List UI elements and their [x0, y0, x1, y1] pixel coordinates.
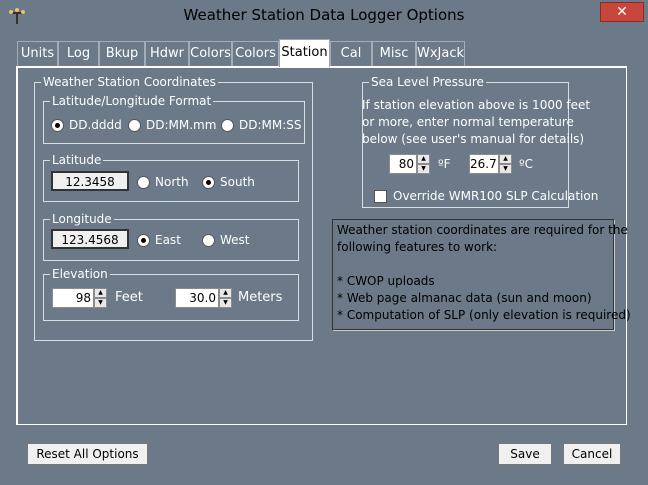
info-line5: * Computation of SLP (only elevation is …: [337, 308, 631, 322]
south-label: South: [220, 175, 255, 189]
longitude-west-radio[interactable]: West: [202, 233, 250, 247]
title-bar: Weather Station Data Logger Options ✕: [0, 0, 648, 32]
spin-up-icon[interactable]: ▲: [219, 288, 232, 298]
longitude-label: Longitude: [50, 212, 114, 226]
format-ddmm-label: DD:MM.mm: [146, 118, 217, 132]
override-slp-label: Override WMR100 SLP Calculation: [393, 189, 599, 203]
slp-temp-f-stepper[interactable]: 80 ▲ ▼: [389, 154, 430, 174]
radio-icon: [128, 118, 141, 132]
checkbox-icon: [374, 189, 387, 203]
longitude-input[interactable]: 123.4568: [51, 229, 129, 249]
spin-up-icon[interactable]: ▲: [499, 154, 512, 164]
close-button[interactable]: ✕: [600, 2, 644, 22]
spin-down-icon[interactable]: ▼: [94, 298, 107, 308]
tab-hdwr[interactable]: Hdwr: [145, 41, 189, 66]
tab-colors-2[interactable]: Colors: [232, 41, 279, 66]
radio-icon: [137, 175, 150, 189]
window-title: Weather Station Data Logger Options: [183, 6, 465, 24]
elevation-meters-value[interactable]: 30.0: [175, 288, 219, 308]
spin-down-icon[interactable]: ▼: [417, 164, 430, 174]
spin-up-icon[interactable]: ▲: [417, 154, 430, 164]
slp-text-line3: below (see user's manual for details): [362, 132, 585, 146]
format-ddmm-radio[interactable]: DD:MM.mm: [128, 118, 216, 132]
reset-all-options-button[interactable]: Reset All Options: [27, 443, 148, 465]
slp-text-line2: or more, enter normal temperature: [362, 115, 574, 129]
radio-icon: [221, 118, 234, 132]
slp-temp-c-value[interactable]: 26.7: [469, 154, 499, 174]
elevation-label: Elevation: [50, 267, 110, 281]
tab-cal[interactable]: Cal: [330, 41, 372, 66]
info-line2: following features to work:: [337, 240, 498, 254]
elevation-feet-value[interactable]: 98: [52, 288, 94, 308]
east-label: East: [155, 233, 181, 247]
tab-colors-1[interactable]: Colors: [189, 41, 232, 66]
format-ddmmss-label: DD:MM:SS: [239, 118, 302, 132]
spin-down-icon[interactable]: ▼: [219, 298, 232, 308]
radio-selected-icon: [51, 118, 64, 132]
cancel-button[interactable]: Cancel: [563, 443, 621, 465]
latitude-south-radio[interactable]: South: [202, 175, 255, 189]
tab-station[interactable]: Station: [279, 39, 330, 67]
info-line3: * CWOP uploads: [337, 274, 435, 288]
override-slp-checkbox[interactable]: Override WMR100 SLP Calculation: [374, 189, 598, 203]
celsius-label: ºC: [519, 157, 534, 171]
longitude-east-radio[interactable]: East: [137, 233, 181, 247]
slp-text-line1: If station elevation above is 1000 feet: [362, 98, 591, 112]
format-dd-radio[interactable]: DD.dddd: [51, 118, 122, 132]
radio-selected-icon: [202, 175, 215, 189]
fahrenheit-label: ºF: [438, 157, 451, 171]
meters-label: Meters: [238, 290, 283, 305]
slp-temp-c-stepper[interactable]: 26.7 ▲ ▼: [469, 154, 512, 174]
save-button[interactable]: Save: [498, 443, 552, 465]
tab-units[interactable]: Units: [17, 41, 58, 66]
latitude-north-radio[interactable]: North: [137, 175, 189, 189]
west-label: West: [220, 233, 250, 247]
coordinates-group-label: Weather Station Coordinates: [41, 75, 218, 89]
close-icon: ✕: [616, 4, 628, 20]
tab-bkup[interactable]: Bkup: [99, 41, 145, 66]
latitude-label: Latitude: [50, 153, 104, 167]
info-line1: Weather station coordinates are required…: [337, 223, 628, 237]
slp-group-label: Sea Level Pressure: [369, 75, 486, 89]
spin-down-icon[interactable]: ▼: [499, 164, 512, 174]
format-group-label: Latitude/Longitude Format: [50, 94, 214, 108]
tab-log[interactable]: Log: [58, 41, 99, 66]
latitude-input[interactable]: 12.3458: [51, 171, 129, 191]
slp-temp-f-value[interactable]: 80: [389, 154, 417, 174]
spin-up-icon[interactable]: ▲: [94, 288, 107, 298]
options-window: Weather Station Data Logger Options ✕ Un…: [0, 0, 648, 485]
north-label: North: [155, 175, 189, 189]
radio-icon: [202, 233, 215, 247]
format-dd-label: DD.dddd: [69, 118, 122, 132]
radio-selected-icon: [137, 233, 150, 247]
elevation-meters-stepper[interactable]: 30.0 ▲ ▼: [175, 288, 232, 308]
elevation-feet-stepper[interactable]: 98 ▲ ▼: [52, 288, 107, 308]
feet-label: Feet: [115, 290, 143, 305]
tab-wxjack[interactable]: WxJack: [416, 41, 465, 66]
format-ddmmss-radio[interactable]: DD:MM:SS: [221, 118, 302, 132]
info-line4: * Web page almanac data (sun and moon): [337, 291, 592, 305]
info-box: Weather station coordinates are required…: [332, 219, 631, 330]
tab-misc[interactable]: Misc: [372, 41, 416, 66]
